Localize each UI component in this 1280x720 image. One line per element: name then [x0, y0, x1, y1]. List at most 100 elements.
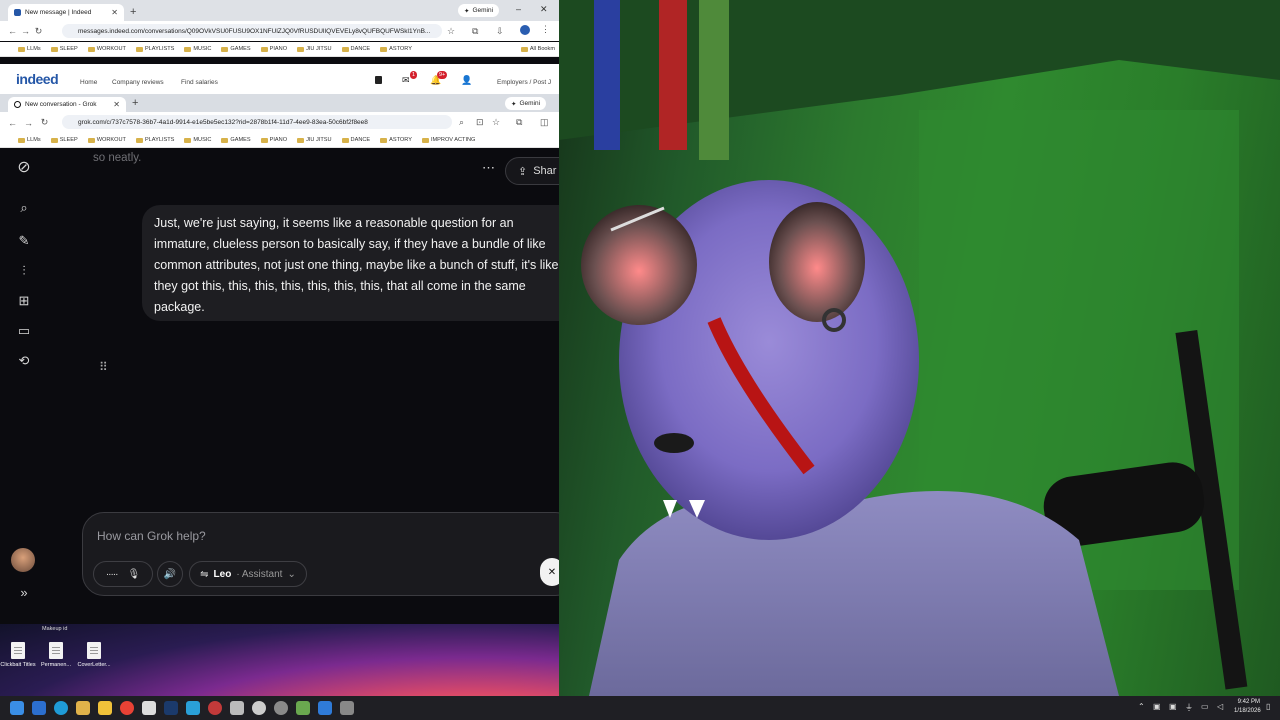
bookmark-item[interactable]: GAMES	[221, 46, 251, 52]
sidepanel-icon[interactable]: ◫	[540, 117, 549, 128]
new-chat-icon[interactable]: ✎	[14, 231, 34, 251]
reload-icon[interactable]: ↻	[38, 117, 51, 128]
grok-composer[interactable]: How can Grok help? ····· 🎙 🔊 ⇋ Leo · Ass…	[82, 512, 559, 596]
reload-icon[interactable]: ↻	[32, 26, 45, 37]
bookmark-star-icon[interactable]: ☆	[492, 117, 500, 128]
menu-dots-icon[interactable]: ⋮	[541, 24, 550, 35]
bookmark-item[interactable]: GAMES	[221, 137, 251, 143]
desktop-icon-coverletter[interactable]: CoverLetter...	[74, 642, 114, 669]
bookmark-item[interactable]: WORKOUT	[87, 46, 126, 52]
bookmark-item[interactable]: LLMs	[18, 46, 41, 52]
account-icon[interactable]: 👤	[461, 75, 472, 86]
user-avatar[interactable]	[11, 548, 35, 572]
tray-app-icon[interactable]: ▣	[1169, 702, 1177, 711]
app-icon[interactable]	[318, 701, 332, 715]
bookmark-item[interactable]: PIANO	[260, 137, 287, 143]
forward-icon[interactable]: →	[22, 118, 35, 128]
app-icon[interactable]	[230, 701, 244, 715]
more-options-icon[interactable]: ⋯	[482, 160, 495, 176]
all-bookmarks[interactable]: All Bookm	[520, 46, 555, 52]
network-icon[interactable]: ▭	[1201, 702, 1209, 711]
imagine-icon[interactable]: ⊞	[14, 291, 34, 311]
desktop-label-makeup[interactable]: Makeup id	[42, 626, 67, 632]
new-tab-icon[interactable]: +	[130, 4, 136, 21]
tray-app-icon[interactable]: ⏚	[1185, 702, 1193, 713]
app-icon[interactable]	[340, 701, 354, 715]
indeed-nav-home[interactable]: Home	[80, 79, 97, 86]
profile-avatar-icon[interactable]	[520, 25, 530, 35]
bookmark-item[interactable]: IMPROV ACTING	[421, 137, 475, 143]
bookmark-star-icon[interactable]: ☆	[447, 26, 455, 37]
inner-tab-grok[interactable]: New conversation - Grok ✕	[8, 97, 126, 112]
bookmark-item[interactable]: LLMs	[18, 137, 41, 143]
desktop-icon-clickbait[interactable]: Clickbait Titles	[0, 642, 38, 669]
close-tab-icon[interactable]: ✕	[111, 8, 118, 17]
bookmark-item[interactable]: JIU JITSU	[297, 137, 332, 143]
messages-icon[interactable]: ✉	[402, 75, 410, 86]
downloads-icon[interactable]: ⇩	[496, 26, 504, 37]
expand-sidebar-icon[interactable]: »	[14, 583, 34, 603]
voice-icon[interactable]: ⫶	[14, 261, 34, 281]
chrome-icon[interactable]	[208, 701, 222, 715]
inner-gemini-button[interactable]: ✦ Gemini	[505, 97, 547, 110]
close-tab-icon[interactable]: ✕	[113, 100, 120, 109]
indeed-nav-salaries[interactable]: Find salaries	[181, 79, 218, 86]
app-icon[interactable]	[32, 701, 46, 715]
notepad-icon[interactable]	[142, 701, 156, 715]
model-selector[interactable]: ⇋ Leo · Assistant ⌄	[189, 561, 307, 587]
photoshop-icon[interactable]	[164, 701, 178, 715]
bookmark-item[interactable]: MUSIC	[184, 46, 211, 52]
bookmark-item[interactable]: SLEEP	[50, 137, 78, 143]
indeed-logo[interactable]: indeed	[16, 71, 59, 87]
bookmark-item[interactable]: DANCE	[341, 46, 370, 52]
bookmark-item[interactable]: PLAYLISTS	[135, 137, 174, 143]
search-icon[interactable]: ⌕	[14, 198, 34, 218]
start-icon[interactable]	[10, 701, 24, 715]
outer-address-bar[interactable]: messages.indeed.com/conversations/Q09OVk…	[62, 24, 442, 38]
bookmark-item[interactable]: DANCE	[341, 137, 370, 143]
bookmark-item[interactable]: ASTORY	[380, 46, 412, 52]
tray-chevron-icon[interactable]: ⌃	[1138, 702, 1145, 711]
bookmark-item[interactable]: PIANO	[260, 46, 287, 52]
chrome-icon[interactable]	[120, 701, 134, 715]
outer-gemini-button[interactable]: ✦ Gemini	[458, 4, 500, 17]
app-icon[interactable]	[76, 701, 90, 715]
file-explorer-icon[interactable]	[98, 701, 112, 715]
close-window-icon[interactable]: ✕	[540, 4, 548, 15]
bookmark-item[interactable]: WORKOUT	[87, 137, 126, 143]
clock[interactable]: 9:42 PM 1/18/2026	[1234, 698, 1261, 716]
projects-icon[interactable]: ▭	[14, 321, 34, 341]
bookmark-item[interactable]: ASTORY	[380, 137, 412, 143]
outer-tab-indeed[interactable]: New message | Indeed ✕	[8, 4, 124, 21]
app-icon[interactable]	[274, 701, 288, 715]
inner-address-bar[interactable]: grok.com/c/737c7578-36b7-4a1d-9914-e1e5b…	[62, 115, 452, 129]
zoom-icon[interactable]: ⌕	[459, 117, 464, 128]
voice-input-button[interactable]: ····· 🎙	[93, 561, 153, 587]
app-icon[interactable]	[296, 701, 310, 715]
indeed-nav-reviews[interactable]: Company reviews	[112, 79, 164, 86]
indeed-employers-link[interactable]: Employers / Post J	[497, 79, 551, 86]
bookmark-item[interactable]: PLAYLISTS	[135, 46, 174, 52]
composer-placeholder[interactable]: How can Grok help?	[97, 529, 206, 543]
desktop-icon-permanent[interactable]: Permanen...	[36, 642, 76, 669]
share-button[interactable]: ⇪ Shar	[505, 157, 559, 185]
bookmark-icon[interactable]	[375, 76, 382, 84]
app-icon[interactable]	[186, 701, 200, 715]
notification-icon[interactable]: ▯	[1266, 702, 1270, 711]
history-icon[interactable]: ⟲	[14, 351, 34, 371]
bookmark-item[interactable]: MUSIC	[184, 137, 211, 143]
back-icon[interactable]: ←	[6, 26, 19, 36]
extensions-icon[interactable]: ⧉	[516, 117, 522, 128]
bookmark-item[interactable]: JIU JITSU	[297, 46, 332, 52]
speaker-button[interactable]: 🔊	[157, 561, 183, 587]
forward-icon[interactable]: →	[19, 26, 32, 36]
edge-icon[interactable]	[54, 701, 68, 715]
tray-app-icon[interactable]: ▣	[1153, 702, 1161, 711]
app-icon[interactable]	[252, 701, 266, 715]
back-icon[interactable]: ←	[6, 118, 19, 128]
extensions-icon[interactable]: ⧉	[472, 26, 478, 37]
install-icon[interactable]: ⊡	[476, 117, 484, 128]
volume-icon[interactable]: ◁	[1217, 702, 1223, 711]
close-button[interactable]: ✕	[540, 558, 559, 586]
new-tab-icon[interactable]: +	[132, 95, 138, 112]
